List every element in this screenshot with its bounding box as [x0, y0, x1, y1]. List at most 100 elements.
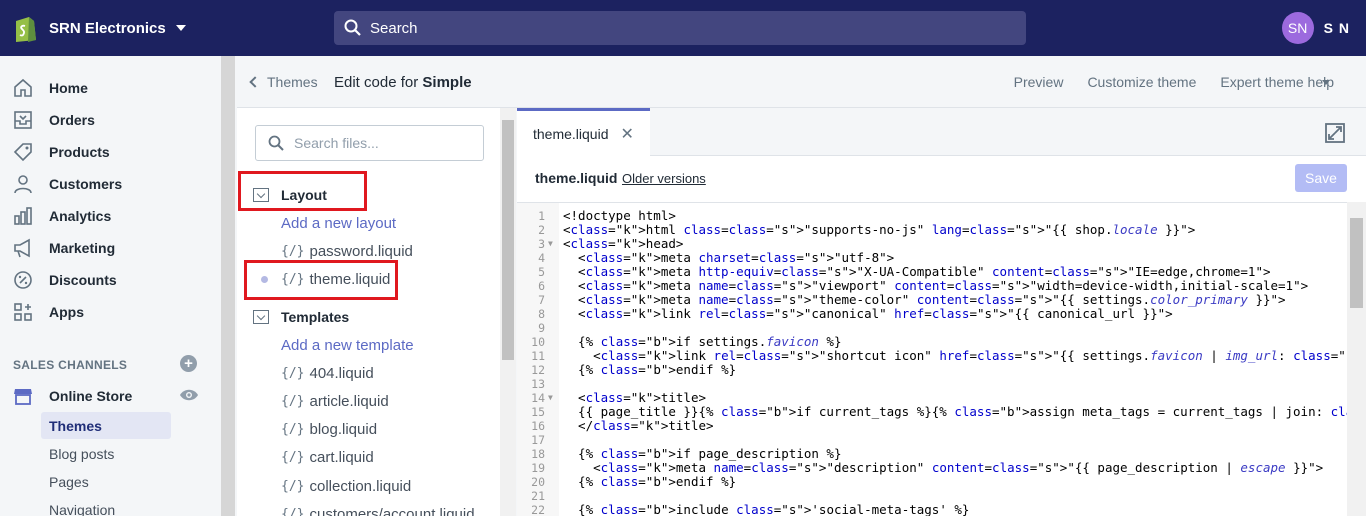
- folder-templates[interactable]: Templates: [253, 309, 349, 325]
- file-article-liquid[interactable]: {/} article.liquid: [281, 393, 389, 410]
- code-line[interactable]: 3 ▼ <class="k">head>: [517, 237, 1347, 252]
- file-404-liquid[interactable]: {/} 404.liquid: [281, 365, 374, 382]
- search-placeholder: Search: [370, 19, 418, 37]
- code-line[interactable]: 2 <class="k">html class=class="s">"suppor…: [517, 223, 1347, 238]
- file-label: 404.liquid: [309, 365, 374, 382]
- code-line[interactable]: 21: [517, 489, 1347, 503]
- sidebar-item-orders[interactable]: Orders: [0, 104, 221, 136]
- fold-arrow-icon[interactable]: ▼: [548, 391, 553, 405]
- file-password-liquid[interactable]: {/} password.liquid: [281, 243, 413, 260]
- top-bar: SRN Electronics Search SN S N: [0, 0, 1366, 56]
- code-line[interactable]: 1 <!doctype html>: [517, 208, 1347, 224]
- code-line[interactable]: 14 ▼ <class="k">title>: [517, 391, 1347, 406]
- code-line[interactable]: 5 <class="k">meta http-equiv=class="s">"…: [517, 264, 1347, 280]
- code-line[interactable]: 8 <class="k">link rel=class="s">"canonic…: [517, 307, 1347, 322]
- close-icon[interactable]: ✕: [621, 124, 634, 144]
- code-line[interactable]: 15 {{ page_title }}{% class="b">if curre…: [517, 404, 1347, 420]
- line-number: 18: [531, 447, 545, 461]
- file-label: article.liquid: [309, 393, 389, 410]
- megaphone-icon: [12, 237, 34, 259]
- file-panel-scroll-thumb[interactable]: [502, 120, 514, 360]
- folder-icon: [253, 310, 269, 324]
- code-line[interactable]: 9: [517, 321, 1347, 335]
- sidebar-item-label: Orders: [49, 112, 95, 128]
- tab-theme-liquid[interactable]: theme.liquid ✕: [517, 108, 650, 156]
- code-area[interactable]: 1 <!doctype html> 2 <class="k">html class=c…: [517, 202, 1347, 516]
- sidebar-item-customers[interactable]: Customers: [0, 168, 221, 200]
- store-switcher[interactable]: SRN Electronics: [12, 13, 186, 43]
- code-line[interactable]: 10 {% class="b">if settings.favicon %}: [517, 335, 1347, 350]
- sidebar-subitem-navigation[interactable]: Navigation: [41, 496, 171, 516]
- code-text: <!doctype html>: [563, 208, 676, 223]
- user-name: S N: [1323, 20, 1350, 36]
- tag-icon: [12, 141, 34, 163]
- tab-label: theme.liquid: [533, 125, 609, 142]
- user-menu[interactable]: SN S N: [1281, 12, 1350, 44]
- sidebar-item-label: Home: [49, 80, 88, 96]
- eye-icon[interactable]: [179, 388, 199, 402]
- sidebar-subitem-pages[interactable]: Pages: [41, 468, 171, 495]
- liquid-file-icon: {/}: [281, 479, 305, 494]
- bar-chart-icon: [12, 205, 34, 227]
- file-collection-liquid[interactable]: {/} collection.liquid: [281, 478, 411, 495]
- older-versions-link[interactable]: Older versions: [622, 171, 706, 186]
- home-icon: [12, 77, 34, 99]
- add-new-layout-link[interactable]: Add a new layout: [281, 215, 396, 232]
- sidebar-subitem-themes[interactable]: Themes: [41, 412, 171, 439]
- code-scroll-thumb[interactable]: [1350, 218, 1363, 308]
- expand-icon[interactable]: [1324, 122, 1346, 144]
- code-editor-panel: theme.liquid ✕ theme.liquid Older versio…: [517, 108, 1366, 516]
- file-blog-liquid[interactable]: {/} blog.liquid: [281, 421, 377, 438]
- store-icon: [12, 385, 34, 407]
- file-panel: Search files... Layout Add a new layout …: [237, 108, 500, 516]
- back-to-themes-link[interactable]: Themes: [249, 74, 318, 90]
- sidebar-item-analytics[interactable]: Analytics: [0, 200, 221, 232]
- fold-arrow-icon[interactable]: ▼: [548, 237, 553, 251]
- customize-theme-link[interactable]: Customize theme: [1087, 74, 1196, 90]
- code-line[interactable]: 7 <class="k">meta name=class="s">"theme-…: [517, 293, 1347, 308]
- code-line[interactable]: 6 <class="k">meta name=class="s">"viewpo…: [517, 279, 1347, 294]
- code-line[interactable]: 4 <class="k">meta charset=class="s">"utf…: [517, 251, 1347, 266]
- sidebar-item-home[interactable]: Home: [0, 72, 221, 104]
- search-icon: [344, 19, 361, 36]
- expert-theme-help-link[interactable]: Expert theme help: [1220, 74, 1334, 90]
- save-button[interactable]: Save: [1295, 164, 1347, 192]
- code-line[interactable]: 22 {% class="b">include class="s">'socia…: [517, 503, 1347, 516]
- code-line[interactable]: 17: [517, 433, 1347, 447]
- search-bar[interactable]: Search: [334, 11, 1026, 45]
- code-line[interactable]: 18 {% class="b">if page_description %}: [517, 447, 1347, 462]
- code-line[interactable]: 20 {% class="b">endif %}: [517, 475, 1347, 490]
- sales-channels-title: SALES CHANNELS: [13, 358, 128, 372]
- sidebar-item-label: Marketing: [49, 240, 116, 256]
- line-number: 12: [531, 363, 545, 377]
- sidebar-item-marketing[interactable]: Marketing: [0, 232, 221, 264]
- preview-link[interactable]: Preview: [1014, 74, 1064, 90]
- file-customers-account-liquid[interactable]: {/} customers/account.liquid: [281, 506, 475, 516]
- sidebar-item-discounts[interactable]: Discounts: [0, 264, 221, 296]
- file-cart-liquid[interactable]: {/} cart.liquid: [281, 449, 374, 466]
- sidebar-item-products[interactable]: Products: [0, 136, 221, 168]
- sidebar-item-label: Online Store: [49, 388, 133, 404]
- line-number: 9: [538, 321, 545, 335]
- line-number: 14: [531, 391, 545, 405]
- sidebar-scrollbar[interactable]: [221, 56, 235, 516]
- search-files-input[interactable]: Search files...: [255, 125, 484, 161]
- add-sales-channel-icon[interactable]: +: [180, 355, 197, 372]
- code-text: {{ page_title }}{% class="b">if current_…: [563, 404, 1347, 419]
- sidebar-item-apps[interactable]: Apps: [0, 296, 221, 328]
- code-text: {% class="b">include class="s">'social-m…: [563, 502, 970, 516]
- code-line[interactable]: 13: [517, 377, 1347, 391]
- add-new-template-link[interactable]: Add a new template: [281, 337, 414, 354]
- code-line[interactable]: 12 {% class="b">endif %}: [517, 363, 1347, 378]
- code-line[interactable]: 11 <class="k">link rel=class="s">"shortc…: [517, 349, 1347, 364]
- file-label: collection.liquid: [309, 478, 412, 495]
- sidebar-item-label: Customers: [49, 176, 123, 192]
- code-line[interactable]: 19 <class="k">meta name=class="s">"descr…: [517, 461, 1347, 476]
- code-text: <class="k">meta http-equiv=class="s">"X-…: [563, 264, 1271, 279]
- line-number: 10: [531, 335, 545, 349]
- file-label: customers/account.liquid: [309, 506, 475, 516]
- line-number: 19: [531, 461, 545, 475]
- sidebar-subitem-blog-posts[interactable]: Blog posts: [41, 440, 171, 467]
- code-line[interactable]: 16 </class="k">title>: [517, 419, 1347, 434]
- editor-tab-bar: theme.liquid ✕: [517, 108, 1366, 156]
